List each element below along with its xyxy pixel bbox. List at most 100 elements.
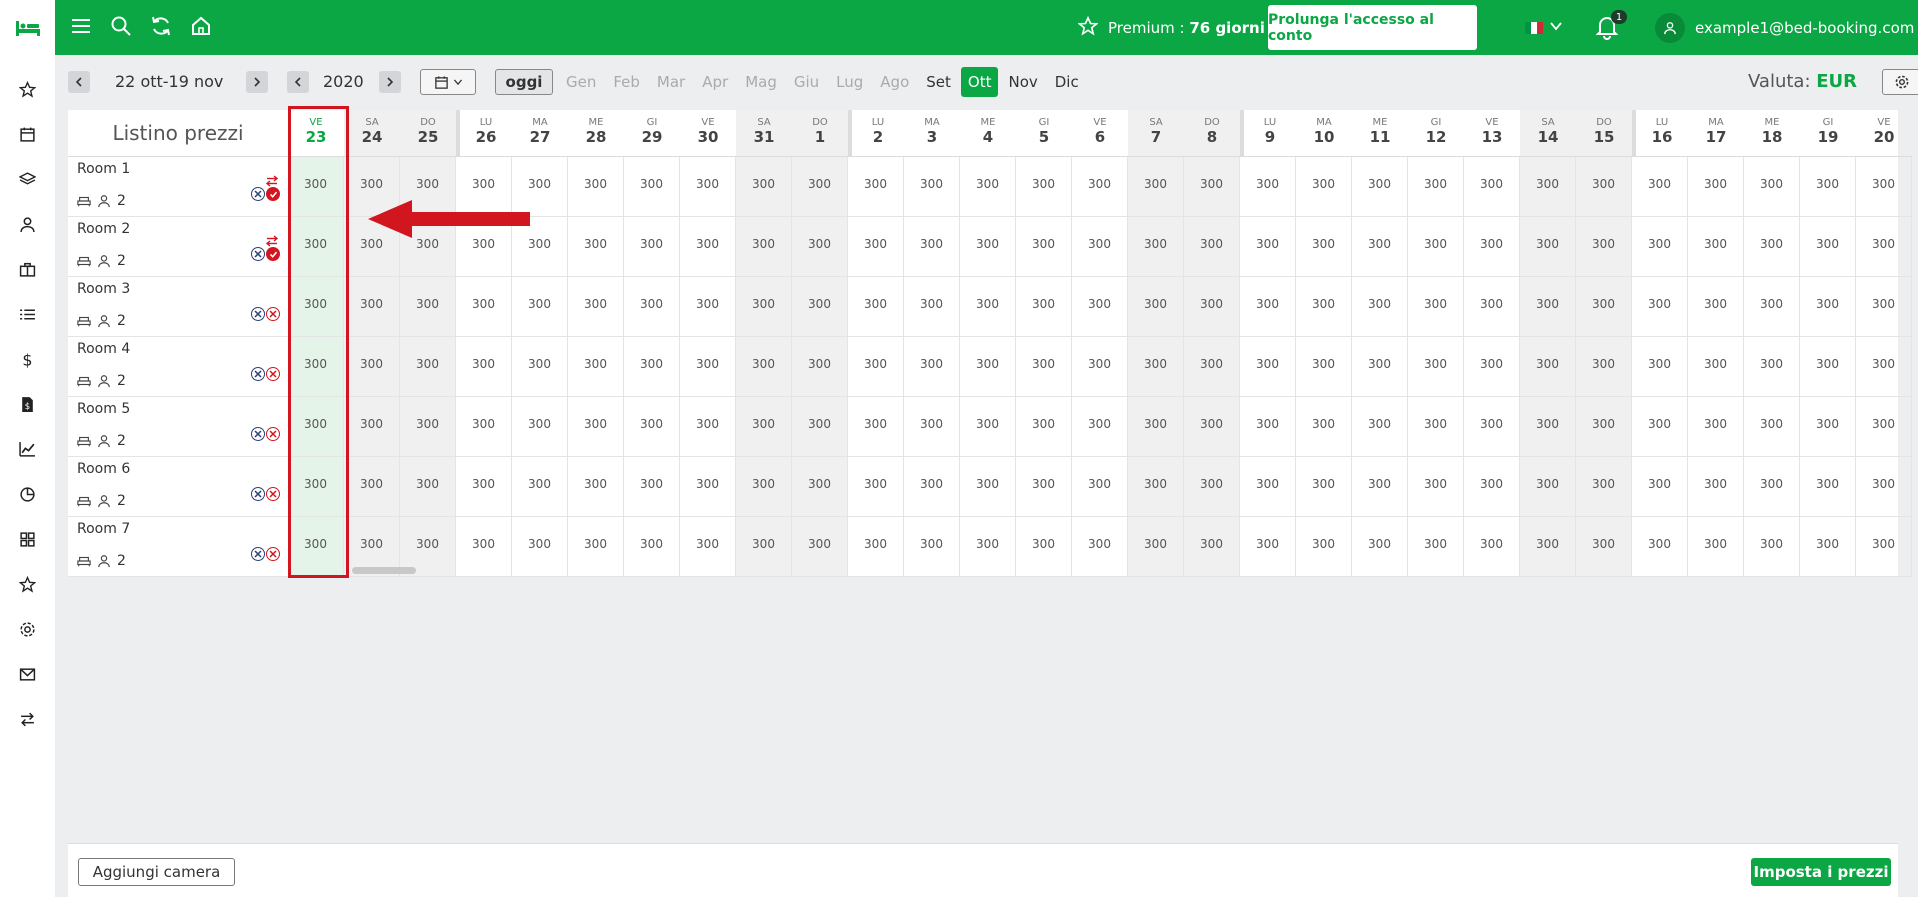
price-cell[interactable]: 300 [792,517,848,577]
price-cell[interactable]: 300 [344,217,400,277]
price-cell[interactable]: 300 [1520,277,1576,337]
price-cell[interactable]: 300 [568,517,624,577]
day-header[interactable]: VE 30 [680,110,736,157]
price-cell[interactable]: 300 [1016,397,1072,457]
refresh-icon[interactable] [150,15,172,41]
price-cell[interactable]: 300 [1072,217,1128,277]
price-cell[interactable]: 300 [1128,277,1184,337]
price-cell[interactable]: 300 [1464,157,1520,217]
price-cell[interactable]: 300 [400,217,456,277]
day-header[interactable]: ME 28 [568,110,624,157]
price-cell[interactable]: 300 [1744,457,1800,517]
price-cell[interactable]: 300 [512,517,568,577]
price-cell[interactable]: 300 [1800,457,1856,517]
price-cell[interactable]: 300 [512,217,568,277]
price-cell[interactable]: 300 [624,457,680,517]
price-cell[interactable]: 300 [960,337,1016,397]
horizontal-scrollbar[interactable] [352,567,416,574]
room-name[interactable]: Room 5 [77,401,130,417]
price-cell[interactable]: 300 [1408,277,1464,337]
grid-settings-button[interactable] [1882,69,1918,95]
price-cell[interactable]: 300 [792,157,848,217]
price-cell[interactable]: 300 [1296,277,1352,337]
price-cell[interactable]: 300 [1800,277,1856,337]
price-cell[interactable]: 300 [1856,277,1912,337]
price-cell[interactable]: 300 [1688,457,1744,517]
day-header[interactable]: DO 25 [400,110,456,157]
price-cell[interactable]: 300 [512,457,568,517]
price-cell[interactable]: 300 [512,397,568,457]
price-cell[interactable]: 300 [1632,217,1688,277]
price-cell[interactable]: 300 [736,217,792,277]
price-cell[interactable]: 300 [1744,337,1800,397]
day-header[interactable]: MA 17 [1688,110,1744,157]
price-cell[interactable]: 300 [904,217,960,277]
price-cell[interactable]: 300 [456,157,512,217]
day-header[interactable]: MA 3 [904,110,960,157]
price-cell[interactable]: 300 [1800,157,1856,217]
price-cell[interactable]: 300 [1128,337,1184,397]
price-cell[interactable]: 300 [1352,517,1408,577]
price-cell[interactable]: 300 [1408,337,1464,397]
price-cell[interactable]: 300 [1688,337,1744,397]
price-cell[interactable]: 300 [1240,217,1296,277]
price-cell[interactable]: 300 [1856,397,1912,457]
price-cell[interactable]: 300 [1352,457,1408,517]
price-cell[interactable]: 300 [960,157,1016,217]
room-name[interactable]: Room 7 [77,521,130,537]
close-restriction-icon[interactable] [251,427,265,441]
price-cell[interactable]: 300 [904,277,960,337]
price-cell[interactable]: 300 [288,457,344,517]
calendar-picker-button[interactable] [420,69,476,95]
price-cell[interactable]: 300 [792,277,848,337]
price-cell[interactable]: 300 [1352,217,1408,277]
price-cell[interactable]: 300 [848,397,904,457]
price-cell[interactable]: 300 [624,337,680,397]
price-cell[interactable]: 300 [1016,517,1072,577]
price-cell[interactable]: 300 [960,517,1016,577]
close-restriction-icon[interactable] [251,547,265,561]
price-cell[interactable]: 300 [1576,457,1632,517]
price-cell[interactable]: 300 [1856,337,1912,397]
price-cell[interactable]: 300 [792,397,848,457]
price-cell[interactable]: 300 [456,217,512,277]
price-cell[interactable]: 300 [1352,337,1408,397]
price-cell[interactable]: 300 [624,397,680,457]
day-header[interactable]: LU 9 [1240,110,1296,157]
price-cell[interactable]: 300 [1688,217,1744,277]
price-cell[interactable]: 300 [624,217,680,277]
price-cell[interactable]: 300 [1352,397,1408,457]
price-cell[interactable]: 300 [848,457,904,517]
price-cell[interactable]: 300 [1240,277,1296,337]
prev-year-button[interactable] [287,71,309,93]
price-cell[interactable]: 300 [960,457,1016,517]
price-cell[interactable]: 300 [456,517,512,577]
price-cell[interactable]: 300 [1408,457,1464,517]
cancel-circle-icon[interactable] [266,427,280,441]
price-cell[interactable]: 300 [1856,157,1912,217]
room-name[interactable]: Room 6 [77,461,130,477]
price-cell[interactable]: 300 [960,217,1016,277]
price-cell[interactable]: 300 [512,277,568,337]
check-circle-icon[interactable] [266,187,280,201]
price-cell[interactable]: 300 [1128,397,1184,457]
day-header[interactable]: SA 14 [1520,110,1576,157]
currency-label[interactable]: Valuta: EUR [1748,71,1857,93]
cancel-circle-icon[interactable] [266,367,280,381]
price-cell[interactable]: 300 [1576,157,1632,217]
price-cell[interactable]: 300 [1072,337,1128,397]
star-icon[interactable] [0,67,55,112]
pie-chart-icon[interactable] [0,472,55,517]
price-cell[interactable]: 300 [680,397,736,457]
room-name[interactable]: Room 1 [77,161,130,177]
price-cell[interactable]: 300 [1016,457,1072,517]
settings-icon[interactable] [0,607,55,652]
price-cell[interactable]: 300 [568,337,624,397]
price-cell[interactable]: 300 [1352,277,1408,337]
next-year-button[interactable] [379,71,401,93]
price-cell[interactable]: 300 [1240,457,1296,517]
star-outline-icon[interactable] [0,562,55,607]
cancel-circle-icon[interactable] [266,487,280,501]
month-gen[interactable]: Gen [559,67,603,97]
price-cell[interactable]: 300 [568,277,624,337]
